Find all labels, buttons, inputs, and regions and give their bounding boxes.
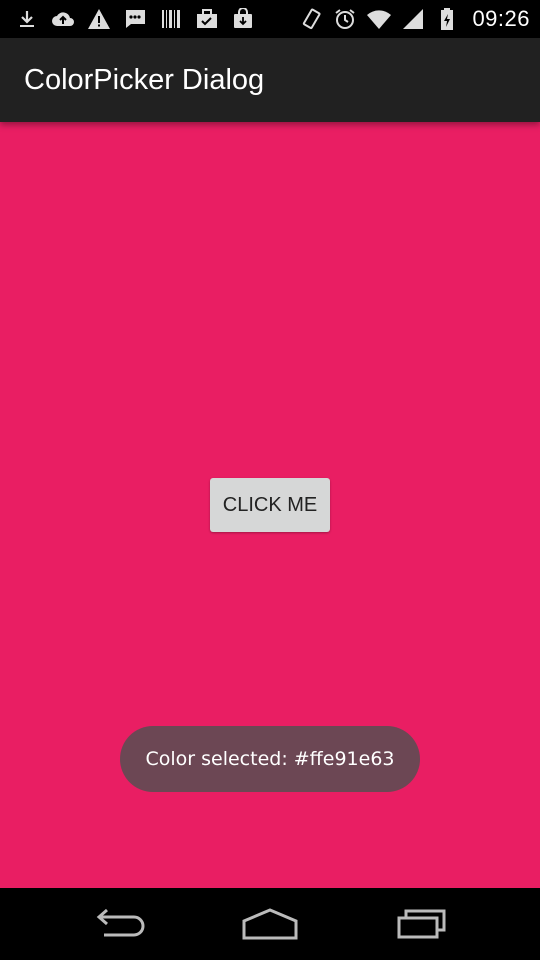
home-icon [242,908,298,940]
briefcase-check-icon [194,6,220,32]
battery-icon [434,6,460,32]
toast-message: Color selected: #ffe91e63 [120,726,420,792]
barcode-icon [158,6,184,32]
recents-icon [397,909,446,939]
back-icon [96,908,145,937]
notification-icons [14,5,256,33]
phone-screen: 09:26 ColorPicker Dialog CLICK ME Color … [0,0,540,960]
navigation-bar [0,888,540,960]
warning-icon [86,6,112,32]
recents-button[interactable] [385,904,457,944]
status-bar: 09:26 [0,0,540,38]
toast-text: Color selected: #ffe91e63 [145,748,395,770]
click-me-button[interactable]: CLICK ME [210,478,330,532]
download-icon [14,6,40,32]
bag-icon [230,6,256,32]
home-button[interactable] [234,904,306,944]
vibrate-icon [298,6,324,32]
app-title: ColorPicker Dialog [24,64,265,96]
alarm-icon [332,6,358,32]
action-bar: ColorPicker Dialog [0,38,540,122]
signal-icon [400,6,426,32]
status-time: 09:26 [472,6,530,31]
cloud-upload-icon [50,6,76,32]
back-button[interactable] [84,904,156,944]
wifi-icon [366,6,392,32]
system-status-icons: 09:26 [298,5,530,33]
message-icon [122,6,148,32]
